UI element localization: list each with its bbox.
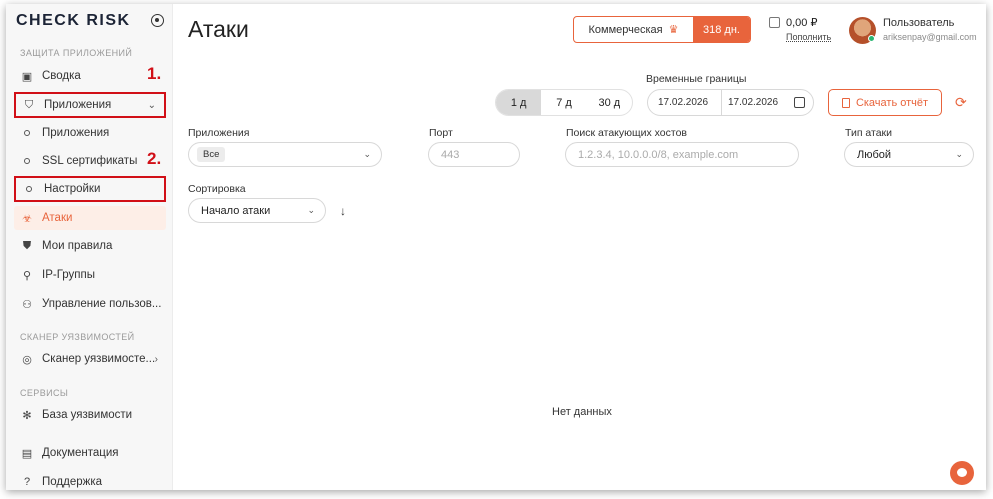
refresh-icon[interactable]: ⟳ [955,94,967,111]
empty-state: Нет данных [552,406,612,418]
download-report-button[interactable]: Скачать отчёт [828,89,942,116]
download-report-label: Скачать отчёт [855,96,929,109]
sidebar-item-rules[interactable]: ⛊ Мои правила [14,234,166,258]
sidebar-item-label: База уязвимости [42,409,133,421]
sidebar-item-label: Поддержка [42,476,102,488]
sidebar-item-scanner[interactable]: ◎ Сканер уязвимосте... › [14,347,166,371]
sidebar-item-label: Атаки [42,212,73,224]
sidebar: CHECK RISK ЗАЩИТА ПРИЛОЖЕНИЙ ▣ Сводка ⛉ … [6,4,173,490]
date-to[interactable]: 17.02.2026 [722,97,784,108]
wallet-icon [769,17,780,28]
radar-icon: ◎ [22,353,32,366]
help-icon: ? [23,476,31,488]
app-window: CHECK RISK ЗАЩИТА ПРИЛОЖЕНИЙ ▣ Сводка ⛉ … [6,4,986,490]
period-30d[interactable]: 30 д [587,90,632,115]
chart-icon: ▣ [21,70,33,83]
bug-icon: ✻ [22,409,32,422]
sidebar-item-overview[interactable]: ▣ Сводка [14,64,166,88]
sidebar-item-vuln-db[interactable]: ✻ База уязвимости [14,403,166,427]
sidebar-item-label: Управление пользов... [42,298,162,310]
sort-label: Сортировка [188,183,246,195]
balance-value: 0,00 ₽ [786,17,818,29]
sidebar-item-docs[interactable]: ▤ Документация [14,441,166,465]
chevron-right-icon: › [154,353,158,365]
period-selector: 1 д 7 д 30 д [495,89,633,116]
annotation-marker-1: 1. [147,64,162,83]
port-label: Порт [429,127,453,139]
logo[interactable]: CHECK RISK [16,12,131,30]
users-icon: ⚇ [22,298,32,311]
bullet-icon [24,130,30,136]
page-title: Атаки [188,16,249,42]
chevron-down-icon: ⌄ [147,99,156,111]
apps-filter-label: Приложения [188,127,250,139]
apps-filter-chip: Все [197,147,226,162]
sidebar-item-support[interactable]: ? Поддержка [14,470,166,490]
sidebar-item-label: IP-Группы [42,269,96,281]
chat-icon[interactable] [950,461,974,485]
apps-filter-select[interactable]: Все ⌄ [188,142,382,167]
topup-link[interactable]: Пополнить [786,32,831,42]
date-from[interactable]: 17.02.2026 [648,90,722,115]
chevron-down-icon: ⌄ [307,205,315,215]
port-input[interactable]: 443 [428,142,520,167]
user-email: ariksenpay@gmail.com [883,32,977,42]
period-1d[interactable]: 1 д [496,90,542,115]
sidebar-item-label: Приложения [42,127,110,139]
annotation-marker-2: 2. [147,149,162,168]
sidebar-item-label: Сводка [42,70,81,82]
document-icon: ▤ [21,447,33,460]
sidebar-item-attacks[interactable]: ☣ Атаки [14,206,166,230]
attack-type-label: Тип атаки [845,127,893,139]
rules-icon: ⛊ [22,239,32,252]
shield-icon: ⛉ [24,98,34,111]
section-title-scanner: СКАНЕР УЯЗВИМОСТЕЙ [20,332,135,342]
hosts-search-input[interactable]: 1.2.3.4, 10.0.0.0/8, example.com [565,142,799,167]
location-pin-icon: ⚲ [22,269,32,282]
plan-badge[interactable]: Коммерческая ♛ 318 дн. [573,16,751,43]
document-icon [841,97,850,108]
chevron-down-icon: ⌄ [363,149,371,159]
sidebar-item-label: Документация [42,447,119,459]
crown-icon: ♛ [668,24,679,36]
user-name[interactable]: Пользователь [883,17,954,29]
bullet-icon [26,186,32,192]
sidebar-item-label: SSL сертификаты [42,155,138,167]
sort-direction-icon[interactable]: ↓ [340,204,346,218]
plan-days: 318 дн. [693,17,750,42]
sort-select[interactable]: Начало атаки ⌄ [188,198,326,223]
section-title-services: СЕРВИСЫ [20,388,69,398]
sidebar-item-users[interactable]: ⚇ Управление пользов... [14,292,166,316]
section-title-apps: ЗАЩИТА ПРИЛОЖЕНИЙ [20,48,133,58]
sidebar-item-ip-groups[interactable]: ⚲ IP-Группы [14,263,166,287]
sidebar-item-label: Приложения [44,99,112,111]
chevron-down-icon: ⌄ [955,149,963,159]
sidebar-item-label: Сканер уязвимосте... [42,353,156,365]
bullet-icon [24,158,30,164]
sidebar-item-label: Настройки [44,183,101,195]
plan-name: Коммерческая [588,23,663,36]
sidebar-item-label: Мои правила [42,240,113,252]
time-range-label: Временные границы [646,73,747,85]
sidebar-item-apps-group[interactable]: ⛉ Приложения ⌄ [14,92,166,118]
calendar-icon[interactable] [794,97,805,108]
online-status-icon [868,35,875,42]
hosts-search-label: Поиск атакующих хостов [566,127,687,139]
attack-type-select[interactable]: Любой ⌄ [844,142,974,167]
sidebar-item-ssl[interactable]: SSL сертификаты [14,149,166,173]
sidebar-item-settings[interactable]: Настройки [14,176,166,202]
date-range-picker[interactable]: 17.02.2026 17.02.2026 [647,89,814,116]
biohazard-icon: ☣ [22,212,32,225]
sidebar-toggle-icon[interactable] [151,14,164,27]
period-7d[interactable]: 7 д [541,90,586,115]
sort-value: Начало атаки [201,204,271,217]
attack-type-value: Любой [857,148,892,161]
sidebar-item-apps-list[interactable]: Приложения [14,121,166,145]
